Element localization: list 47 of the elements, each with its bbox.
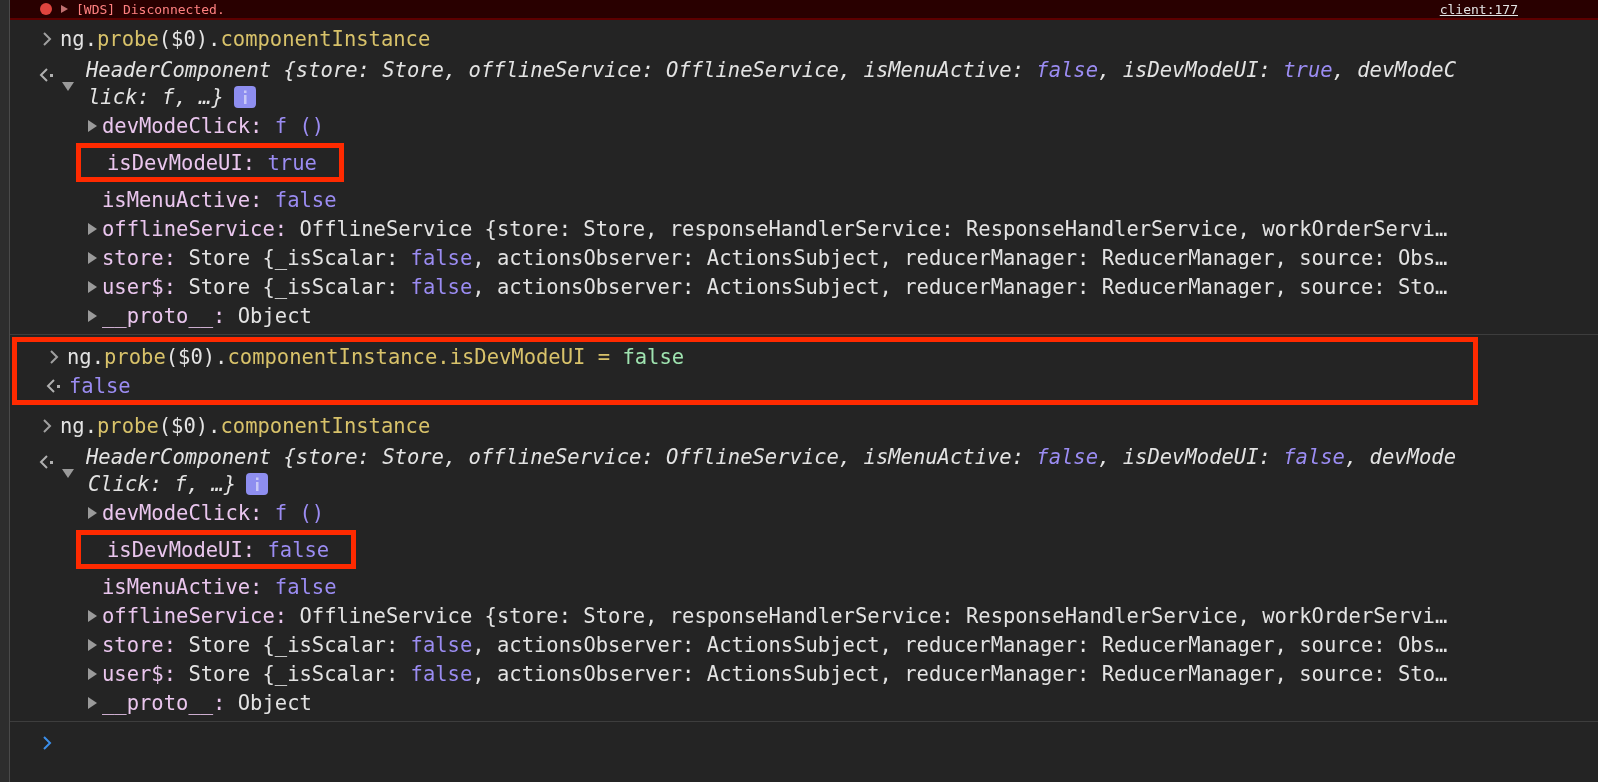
- disclosure-triangle-icon[interactable]: [62, 467, 74, 479]
- object-summary-line: lick: f, …}: [88, 84, 224, 109]
- disclosure-triangle-icon[interactable]: [86, 609, 98, 622]
- chevron-right-icon: [42, 418, 52, 433]
- source-link[interactable]: client:177: [1439, 1, 1518, 17]
- object-summary-line: HeaderComponent {store: Store, offlineService: OfflineService, isMenuActive: false, isDevModeUI: false, devMode: [86, 445, 1456, 469]
- disclosure-triangle-icon[interactable]: [86, 222, 98, 235]
- disclosure-triangle-icon[interactable]: [86, 638, 98, 651]
- command-line: ng.probe($0).componentInstance: [60, 26, 431, 51]
- disclosure-triangle-icon[interactable]: [86, 506, 98, 519]
- property-line: isDevModeUI: true: [107, 150, 317, 175]
- property-line: store: Store {_isScalar: false, actionsObserver: ActionsSubject, reducerManager: ReducerManager, source: Obs…: [102, 245, 1448, 270]
- property-line: user$: Store {_isScalar: false, actionsObserver: ActionsSubject, reducerManager: ReducerManager, source: Sto…: [102, 274, 1448, 299]
- error-message: [WDS] Disconnected.: [76, 1, 226, 17]
- error-icon: [40, 3, 52, 15]
- property-line: isDevModeUI: false: [107, 537, 330, 562]
- property-line: devModeClick: f (): [102, 113, 325, 138]
- return-arrow-icon: [39, 68, 55, 82]
- command-line: ng.probe($0).componentInstance: [60, 413, 431, 438]
- disclosure-triangle-icon[interactable]: [86, 667, 98, 680]
- property-line: __proto__: Object: [102, 303, 312, 328]
- chevron-right-icon: [42, 31, 52, 46]
- disclosure-triangle-icon[interactable]: [60, 5, 68, 13]
- property-line: user$: Store {_isScalar: false, actionsObserver: ActionsSubject, reducerManager: ReducerManager, source: Sto…: [102, 661, 1448, 686]
- object-summary-line: HeaderComponent {store: Store, offlineService: OfflineService, isMenuActive: false, isDevModeUI: true, devModeC: [86, 58, 1456, 82]
- disclosure-triangle-icon[interactable]: [86, 251, 98, 264]
- result-value: false: [69, 373, 131, 398]
- property-line: devModeClick: f (): [102, 500, 325, 525]
- property-line: offlineService: OfflineService {store: Store, responseHandlerService: ResponseHandlerService, workOrderServi…: [102, 603, 1448, 628]
- chevron-right-icon: [42, 735, 52, 750]
- disclosure-triangle-icon[interactable]: [62, 80, 74, 92]
- chevron-right-icon: [49, 349, 59, 364]
- disclosure-triangle-icon[interactable]: [86, 280, 98, 293]
- info-icon[interactable]: [233, 85, 256, 108]
- property-line: __proto__: Object: [102, 690, 312, 715]
- disclosure-triangle-icon[interactable]: [86, 696, 98, 709]
- property-line: store: Store {_isScalar: false, actionsObserver: ActionsSubject, reducerManager: ReducerManager, source: Obs…: [102, 632, 1448, 657]
- info-icon[interactable]: [246, 472, 269, 495]
- property-line: offlineService: OfflineService {store: Store, responseHandlerService: ResponseHandlerService, workOrderServi…: [102, 216, 1448, 241]
- return-arrow-icon: [39, 455, 55, 469]
- disclosure-triangle-icon[interactable]: [86, 119, 98, 132]
- command-line: ng.probe($0).componentInstance.isDevModeUI = false: [67, 344, 685, 369]
- object-summary-line: Click: f, …}: [88, 471, 237, 496]
- property-line: isMenuActive: false: [102, 574, 337, 599]
- disclosure-triangle-icon[interactable]: [86, 309, 98, 322]
- property-line: isMenuActive: false: [102, 187, 337, 212]
- return-arrow-icon: [46, 378, 62, 393]
